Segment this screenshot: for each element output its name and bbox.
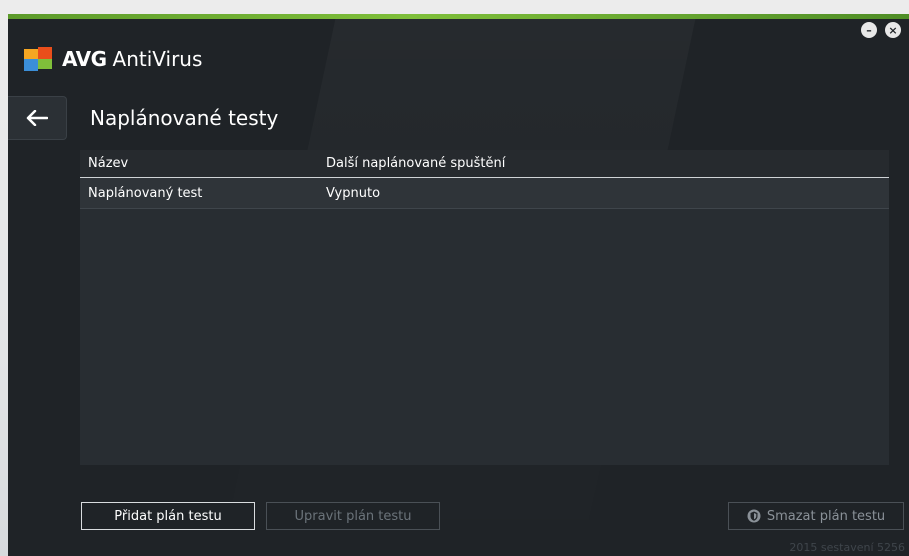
build-info: 2015 sestavení 5256 (789, 541, 905, 554)
column-header-name[interactable]: Název (88, 156, 128, 171)
table-row[interactable]: Naplánovaný test Vypnuto (80, 178, 889, 209)
avg-window: AVG AntiVirus – × Naplánované testy Náze… (8, 14, 909, 556)
app-brand: AVG (62, 47, 107, 71)
app-name: AntiVirus (112, 47, 203, 71)
page-title: Naplánované testy (90, 106, 279, 130)
cell-next-run: Vypnuto (326, 186, 381, 201)
close-button[interactable]: × (885, 22, 901, 38)
avg-logo-icon (24, 47, 52, 71)
arrow-left-icon (26, 110, 48, 126)
edit-schedule-label: Upravit plán testu (294, 508, 412, 524)
delete-schedule-button[interactable]: Smazat plán testu (728, 502, 904, 530)
add-schedule-label: Přidat plán testu (114, 508, 222, 524)
table-header: Název Další naplánované spuštění (80, 150, 889, 178)
add-schedule-button[interactable]: Přidat plán testu (81, 502, 255, 530)
delete-schedule-label: Smazat plán testu (766, 508, 886, 524)
scheduled-tests-table: Název Další naplánované spuštění Napláno… (80, 150, 889, 465)
shield-icon (747, 509, 761, 523)
edit-schedule-button[interactable]: Upravit plán testu (266, 502, 440, 530)
cell-test-name: Naplánovaný test (88, 186, 203, 201)
title-bar: AVG AntiVirus (24, 44, 202, 74)
window-controls: – × (861, 22, 901, 38)
back-button[interactable] (8, 96, 67, 140)
column-header-next-run[interactable]: Další naplánované spuštění (326, 156, 505, 171)
minimize-button[interactable]: – (861, 22, 877, 38)
